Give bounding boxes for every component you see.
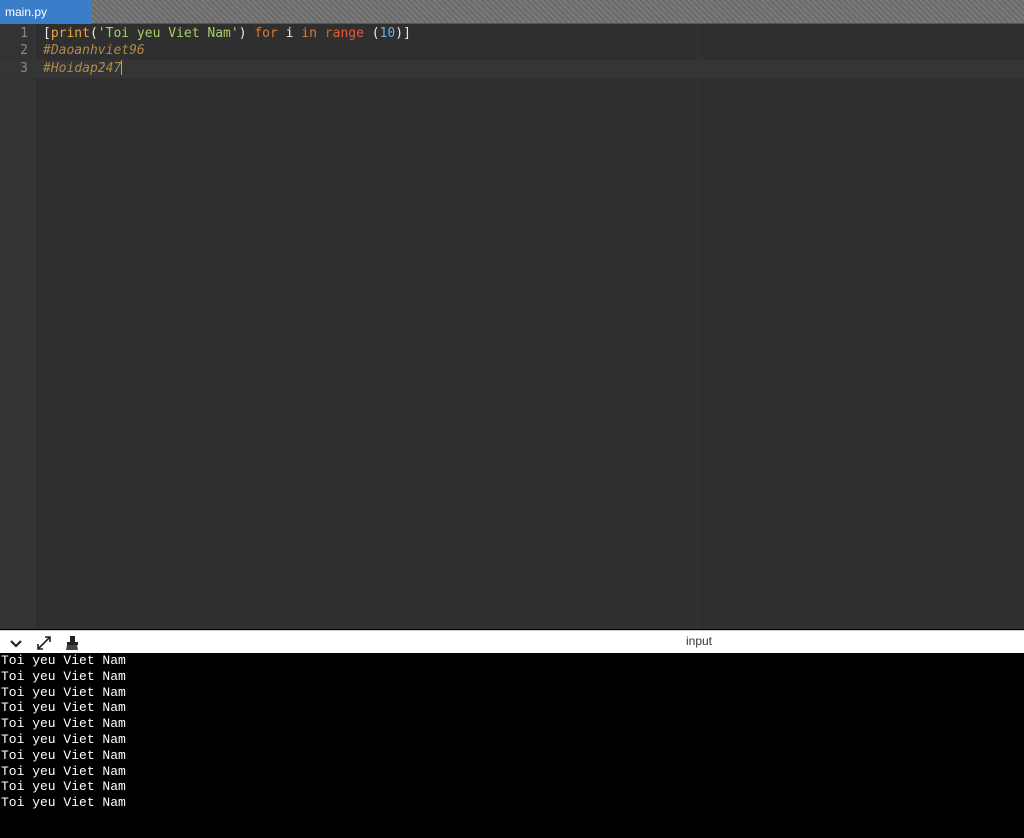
output-line: Toi yeu Viet Nam — [1, 668, 126, 684]
output-line: Toi yeu Viet Nam — [1, 716, 126, 732]
token-paren: ( — [371, 26, 380, 41]
token-variable: i — [285, 26, 294, 41]
output-line: Toi yeu Viet Nam — [1, 700, 126, 716]
console-toolbar: input — [0, 630, 1024, 653]
token-paren: ( — [89, 26, 98, 41]
output-line: Toi yeu Viet Nam — [1, 763, 126, 779]
line-number: 1 — [20, 26, 28, 41]
tab-bar: main.py — [0, 0, 1024, 24]
line-number-gutter — [0, 24, 38, 629]
token-number: 10 — [379, 26, 396, 41]
output-line: Toi yeu Viet Nam — [1, 795, 126, 811]
token-builtin: range — [324, 26, 364, 41]
code-comment[interactable]: #Daoanhviet96 — [43, 42, 145, 60]
code-text[interactable]: [print('Toi yeu Viet Nam') for i in rang… — [43, 25, 411, 43]
console-title: input — [685, 634, 713, 648]
token-keyword-in: in — [301, 26, 317, 41]
token-bracket: )] — [395, 26, 411, 41]
line-number: 3 — [20, 61, 28, 76]
output-line: Toi yeu Viet Nam — [1, 779, 126, 795]
output-line: Toi yeu Viet Nam — [1, 747, 126, 763]
text-cursor — [121, 60, 123, 75]
token-paren: ) — [238, 26, 247, 41]
console-output[interactable]: Toi yeu Viet Nam Toi yeu Viet Nam Toi ye… — [0, 653, 1024, 838]
output-line: Toi yeu Viet Nam — [1, 684, 126, 700]
code-line-1[interactable]: 1 [print('Toi yeu Viet Nam') for i in ra… — [0, 25, 1024, 43]
code-editor[interactable]: 1 [print('Toi yeu Viet Nam') for i in ra… — [0, 24, 1024, 629]
token-bracket: [ — [43, 26, 51, 41]
code-comment: #Hoidap247 — [43, 61, 122, 76]
tab-main-py[interactable]: main.py — [0, 0, 92, 24]
token-function: print — [50, 26, 90, 41]
line-number: 2 — [20, 43, 28, 58]
token-string: 'Toi yeu Viet Nam' — [97, 26, 239, 41]
code-text[interactable]: #Hoidap247 — [43, 60, 123, 78]
code-line-2[interactable]: 2 #Daoanhviet96 — [0, 42, 1024, 60]
code-line-3[interactable]: 3 #Hoidap247 — [0, 60, 1024, 78]
token-keyword-for: for — [254, 26, 278, 41]
output-line: Toi yeu Viet Nam — [1, 731, 126, 747]
print-margin — [697, 24, 698, 629]
output-line: Toi yeu Viet Nam — [1, 653, 126, 668]
